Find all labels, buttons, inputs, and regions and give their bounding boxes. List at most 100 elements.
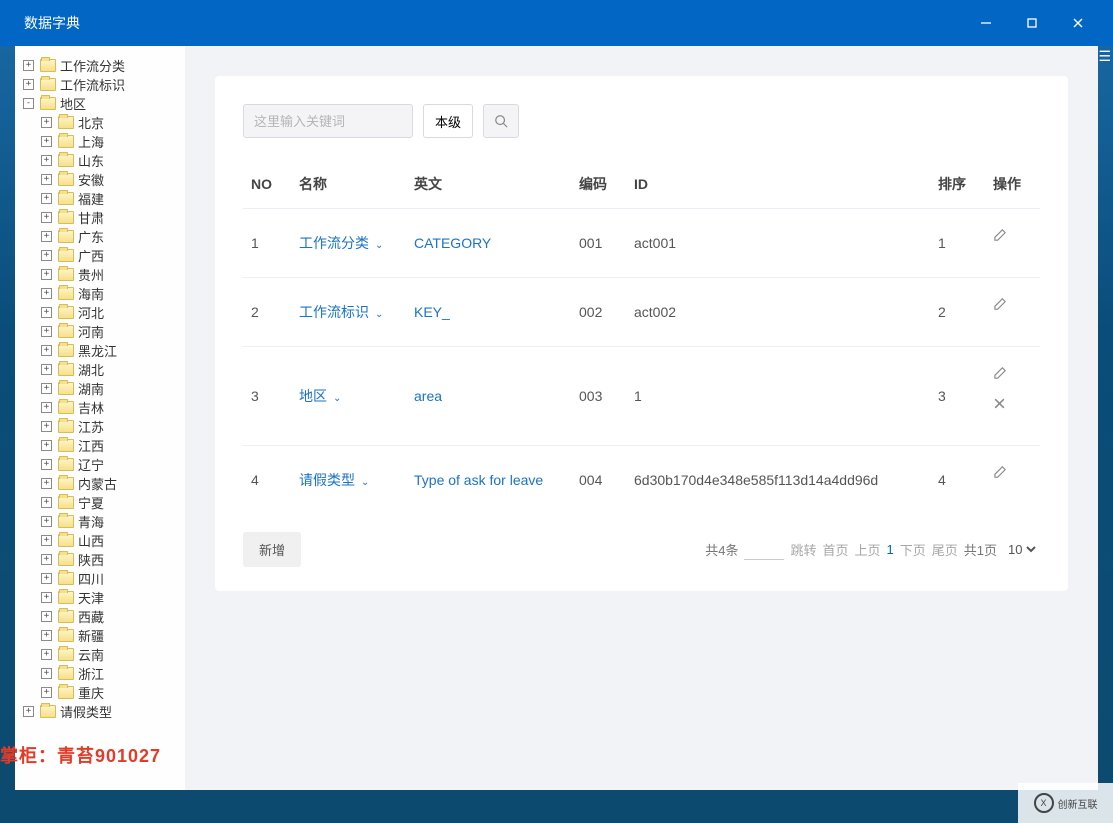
row-en-link[interactable]: CATEGORY [414, 235, 491, 251]
tree-node[interactable]: +河北 [41, 303, 185, 322]
tree-node[interactable]: +内蒙古 [41, 474, 185, 493]
expand-icon[interactable]: + [41, 117, 52, 128]
tree-node[interactable]: +广西 [41, 246, 185, 265]
tree-node[interactable]: +西藏 [41, 607, 185, 626]
expand-icon[interactable]: + [41, 668, 52, 679]
tree-node[interactable]: +云南 [41, 645, 185, 664]
expand-icon[interactable]: + [41, 155, 52, 166]
expand-icon[interactable]: + [41, 459, 52, 470]
chevron-down-icon[interactable]: ⌄ [375, 240, 383, 251]
expand-icon[interactable]: + [41, 649, 52, 660]
jump-button[interactable]: 跳转 [790, 540, 816, 559]
tree-node[interactable]: +黑龙江 [41, 341, 185, 360]
tree-node[interactable]: +江苏 [41, 417, 185, 436]
tree-node[interactable]: +工作流分类 [23, 56, 185, 75]
side-menu-icon[interactable]: ☰ [1098, 48, 1111, 65]
tree-node[interactable]: +湖南 [41, 379, 185, 398]
row-name-link[interactable]: 请假类型 [299, 472, 355, 488]
expand-icon[interactable]: + [23, 79, 34, 90]
delete-icon[interactable] [993, 397, 1032, 410]
tree-node[interactable]: +上海 [41, 132, 185, 151]
expand-icon[interactable]: + [41, 630, 52, 641]
expand-icon[interactable]: + [41, 383, 52, 394]
edit-icon[interactable] [993, 464, 1032, 479]
expand-icon[interactable]: + [41, 516, 52, 527]
next-page[interactable]: 下页 [900, 540, 926, 559]
search-button[interactable] [483, 104, 519, 138]
tree-node[interactable]: +江西 [41, 436, 185, 455]
expand-icon[interactable]: + [41, 288, 52, 299]
expand-icon[interactable]: + [41, 174, 52, 185]
expand-icon[interactable]: + [41, 440, 52, 451]
expand-icon[interactable]: + [23, 60, 34, 71]
tree-node[interactable]: +山东 [41, 151, 185, 170]
minimize-button[interactable] [963, 0, 1009, 46]
edit-icon[interactable] [993, 296, 1032, 311]
expand-icon[interactable]: + [41, 554, 52, 565]
chevron-down-icon[interactable]: ⌄ [333, 393, 341, 404]
row-name-link[interactable]: 工作流分类 [299, 235, 369, 251]
row-name-link[interactable]: 工作流标识 [299, 304, 369, 320]
edit-icon[interactable] [993, 227, 1032, 242]
tree-node[interactable]: +重庆 [41, 683, 185, 702]
maximize-button[interactable] [1009, 0, 1055, 46]
tree-node[interactable]: +宁夏 [41, 493, 185, 512]
tree-node[interactable]: +浙江 [41, 664, 185, 683]
tree-node[interactable]: +河南 [41, 322, 185, 341]
chevron-down-icon[interactable]: ⌄ [361, 477, 369, 488]
expand-icon[interactable]: + [41, 402, 52, 413]
expand-icon[interactable]: + [41, 573, 52, 584]
tree-node[interactable]: +山西 [41, 531, 185, 550]
expand-icon[interactable]: + [41, 307, 52, 318]
expand-icon[interactable]: + [41, 250, 52, 261]
expand-icon[interactable]: + [41, 231, 52, 242]
first-page[interactable]: 首页 [822, 540, 848, 559]
prev-page[interactable]: 上页 [854, 540, 880, 559]
tree-node[interactable]: +甘肃 [41, 208, 185, 227]
expand-icon[interactable]: + [41, 478, 52, 489]
add-button[interactable]: 新增 [243, 532, 301, 567]
expand-icon[interactable]: + [41, 687, 52, 698]
tree-node[interactable]: +新疆 [41, 626, 185, 645]
tree-node[interactable]: +青海 [41, 512, 185, 531]
row-name-link[interactable]: 地区 [299, 388, 327, 404]
expand-icon[interactable]: + [41, 497, 52, 508]
tree-node[interactable]: +天津 [41, 588, 185, 607]
row-en-link[interactable]: area [414, 388, 442, 404]
tree-node[interactable]: +北京 [41, 113, 185, 132]
expand-icon[interactable]: + [41, 611, 52, 622]
tree-node[interactable]: +海南 [41, 284, 185, 303]
tree-node[interactable]: +工作流标识 [23, 75, 185, 94]
expand-icon[interactable]: + [41, 421, 52, 432]
expand-icon[interactable]: + [23, 706, 34, 717]
tree-node[interactable]: +陕西 [41, 550, 185, 569]
expand-icon[interactable]: + [41, 364, 52, 375]
tree-node[interactable]: +四川 [41, 569, 185, 588]
close-button[interactable] [1055, 0, 1101, 46]
row-en-link[interactable]: Type of ask for leave [414, 472, 543, 488]
search-input[interactable] [243, 104, 413, 138]
expand-icon[interactable]: + [41, 592, 52, 603]
tree-node[interactable]: +辽宁 [41, 455, 185, 474]
expand-icon[interactable]: + [41, 269, 52, 280]
expand-icon[interactable]: + [41, 535, 52, 546]
tree-node[interactable]: -地区 [23, 94, 185, 113]
tree-node[interactable]: +湖北 [41, 360, 185, 379]
tree-node[interactable]: +贵州 [41, 265, 185, 284]
jump-input[interactable] [744, 540, 784, 560]
expand-icon[interactable]: + [41, 136, 52, 147]
expand-icon[interactable]: + [41, 326, 52, 337]
expand-icon[interactable]: + [41, 193, 52, 204]
tree-node[interactable]: +请假类型 [23, 702, 185, 721]
page-size-select[interactable]: 10 [1003, 540, 1040, 559]
tree-node[interactable]: +安徽 [41, 170, 185, 189]
tree-node[interactable]: +广东 [41, 227, 185, 246]
row-en-link[interactable]: KEY_ [414, 304, 450, 320]
tree-node[interactable]: +福建 [41, 189, 185, 208]
last-page[interactable]: 尾页 [932, 540, 958, 559]
expand-icon[interactable]: + [41, 212, 52, 223]
chevron-down-icon[interactable]: ⌄ [375, 309, 383, 320]
expand-icon[interactable]: + [41, 345, 52, 356]
edit-icon[interactable] [993, 365, 1032, 380]
level-button[interactable]: 本级 [423, 104, 473, 138]
